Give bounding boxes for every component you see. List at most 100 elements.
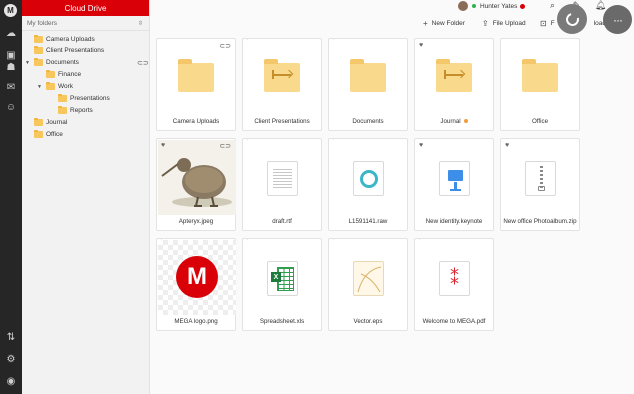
file-card-zip[interactable]: ♥ New office Photoalbum.zip (500, 138, 580, 231)
heart-icon[interactable]: ♥ (505, 142, 509, 149)
file-card-apteryx[interactable]: ♥ ⊂⊃ Apteryx.jpeg (156, 138, 236, 231)
file-name: Spreadsheet.xls (259, 318, 305, 325)
link-icon[interactable]: ⊂⊃ (219, 42, 231, 50)
upload-icon: ⇪ (482, 18, 489, 28)
file-name: Journal (415, 118, 493, 125)
file-name: L1591141.raw (348, 218, 388, 225)
file-card-journal[interactable]: ♥ Journal (414, 38, 494, 131)
folder-upload-icon: ⊡ (540, 18, 547, 28)
pdf-icon: ⁑ (439, 261, 470, 296)
folder-icon (34, 130, 43, 138)
tree-item-label: Presentations (70, 95, 110, 102)
cloud-icon[interactable]: ☁ (4, 26, 18, 40)
tree-item-reports[interactable]: Reports (58, 105, 93, 116)
excel-icon: X (267, 261, 298, 296)
heart-icon[interactable]: ♥ (419, 42, 423, 49)
user-menu[interactable]: Hunter Yates (458, 0, 526, 12)
more-options-icon[interactable]: ··· (603, 5, 632, 34)
left-nav-rail: M ☁ ▣ ☗ ✉ ☺ ⇅ ⚙ ◉ (0, 0, 22, 394)
file-name: Office (531, 118, 549, 125)
folder-icon (522, 59, 558, 92)
my-folders-label: My folders (27, 20, 57, 27)
shared-folder-icon (436, 59, 472, 92)
chevron-down-icon[interactable]: ▼ (25, 60, 30, 66)
my-folders-header[interactable]: My folders ⇳ (22, 17, 149, 31)
user-name: Hunter Yates (480, 2, 518, 10)
file-card-spreadsheet[interactable]: ˙ X Spreadsheet.xls (242, 238, 322, 331)
file-card-draft[interactable]: ˙ draft.rtf (242, 138, 322, 231)
select-mark-icon[interactable]: ˙ (161, 240, 163, 246)
file-card-raw[interactable]: ˙ L1591141.raw (328, 138, 408, 231)
file-card-keynote[interactable]: ♥ New identity.keynote (414, 138, 494, 231)
top-bar: Hunter Yates ⌕ ✎ 🔔︎ + New Folder ⇪ File … (150, 0, 634, 34)
tree-item-presentations[interactable]: Presentations (58, 93, 110, 104)
kiwi-bird-thumbnail (158, 140, 236, 215)
chat-icon[interactable]: ✉ (4, 80, 18, 94)
file-name: Client Presentations (254, 118, 310, 125)
tree-item-client-presentations[interactable]: Client Presentations (34, 45, 104, 56)
select-mark-icon[interactable]: ˙ (419, 240, 421, 246)
sort-icon[interactable]: ⇳ (138, 20, 143, 27)
file-name-text: Journal (440, 118, 461, 125)
new-folder-label: New Folder (431, 19, 465, 27)
tree-item-journal[interactable]: Journal (34, 117, 67, 128)
file-card-documents[interactable]: ˙ Documents (328, 38, 408, 131)
mega-logo-icon[interactable]: M (4, 4, 17, 17)
file-card-client-presentations[interactable]: ˙ Client Presentations (242, 38, 322, 131)
online-status-icon (472, 4, 476, 8)
transfers-icon[interactable]: ⇅ (4, 330, 18, 344)
file-name: New identity.keynote (425, 218, 483, 225)
settings-gear-icon[interactable]: ⚙ (4, 352, 18, 366)
file-name: Documents (352, 118, 384, 125)
heart-icon[interactable]: ♥ (419, 142, 423, 149)
tree-item-finance[interactable]: Finance (46, 69, 81, 80)
file-name: Camera Uploads (172, 118, 220, 125)
folder-icon (34, 46, 43, 54)
tree-item-label: Work (58, 83, 74, 90)
new-folder-button[interactable]: + New Folder (423, 17, 465, 29)
folder-icon (34, 118, 43, 126)
shared-icon[interactable]: ☗ (4, 60, 18, 74)
select-mark-icon[interactable]: ˙ (333, 140, 335, 146)
cloud-drive-header[interactable]: Cloud Drive (22, 0, 149, 16)
search-icon[interactable]: ⌕ (547, 0, 558, 11)
folder-icon (46, 70, 55, 78)
file-name: New office Photoalbum.zip (503, 218, 577, 225)
label-dot-icon (463, 119, 468, 124)
link-icon[interactable]: ⊂⊃ (137, 59, 149, 67)
tree-item-documents[interactable]: ▼ Documents ⊂⊃ (25, 57, 149, 68)
file-card-welcome-pdf[interactable]: ˙ ⁑ Welcome to MEGA.pdf (414, 238, 494, 331)
bell-icon[interactable]: 🔔︎ (595, 0, 606, 11)
folder-icon (178, 59, 214, 92)
tree-item-office[interactable]: Office (34, 129, 63, 140)
folder-icon (350, 59, 386, 92)
avatar (458, 1, 468, 11)
file-card-office[interactable]: Office (500, 38, 580, 131)
select-mark-icon[interactable]: ˙ (333, 240, 335, 246)
tree-item-label: Office (46, 131, 63, 138)
account-icon[interactable]: ◉ (4, 374, 18, 388)
link-icon[interactable]: ⊂⊃ (219, 142, 231, 150)
file-name: MEGA logo.png (174, 318, 218, 325)
tree-item-label: Finance (58, 71, 82, 78)
select-mark-icon[interactable]: ˙ (247, 40, 249, 46)
folder-icon (34, 35, 43, 43)
heart-icon[interactable]: ♥ (161, 142, 165, 149)
zip-archive-icon (525, 161, 556, 196)
vector-file-icon (353, 261, 384, 296)
file-card-mega-logo[interactable]: M ˙ MEGA logo.png (156, 238, 236, 331)
tree-item-camera-uploads[interactable]: Camera Uploads (34, 34, 95, 45)
file-card-camera-uploads[interactable]: ⊂⊃ Camera Uploads (156, 38, 236, 131)
folder-upload-label-start: F (550, 19, 555, 27)
shared-folder-icon (264, 59, 300, 92)
file-card-vector[interactable]: ˙ Vector.eps (328, 238, 408, 331)
file-name: draft.rtf (272, 218, 292, 225)
file-name: Apteryx.jpeg (178, 218, 214, 225)
contacts-icon[interactable]: ☺ (4, 100, 18, 114)
file-upload-button[interactable]: ⇪ File Upload (482, 17, 526, 29)
select-mark-icon[interactable]: ˙ (247, 140, 249, 146)
select-mark-icon[interactable]: ˙ (333, 40, 335, 46)
select-mark-icon[interactable]: ˙ (247, 240, 249, 246)
tree-item-work[interactable]: ▼ Work (37, 81, 74, 92)
chevron-down-icon[interactable]: ▼ (37, 84, 42, 90)
